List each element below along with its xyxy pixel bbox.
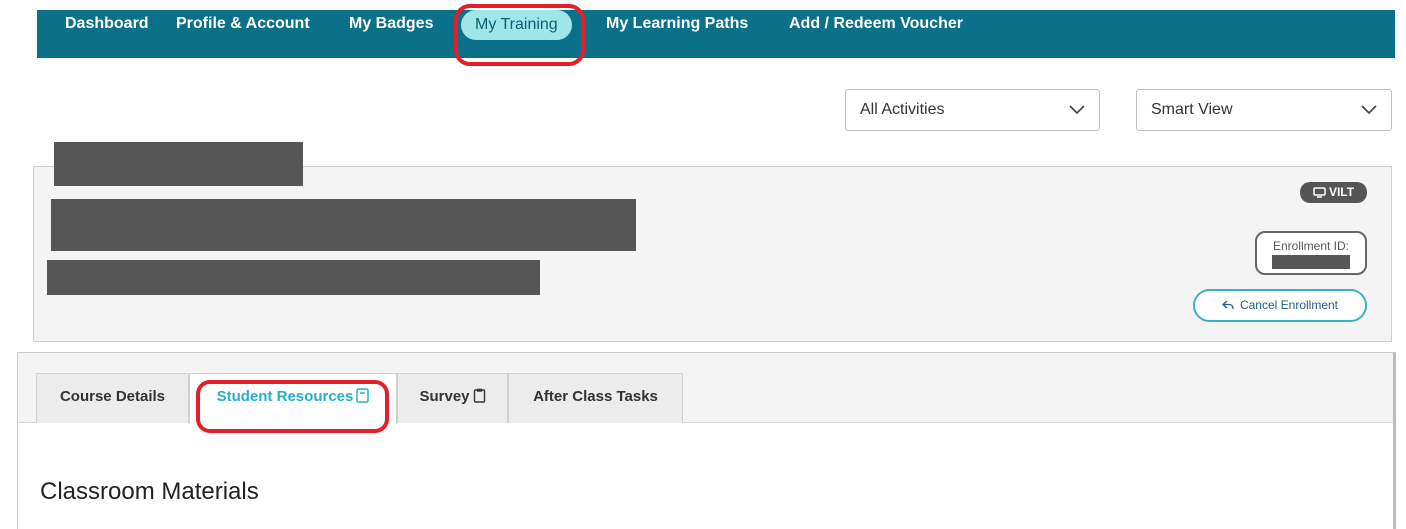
vilt-badge-label: VILT [1328,185,1355,199]
tab-survey[interactable]: Survey [397,373,508,423]
redacted-course-code [54,142,303,186]
cancel-enrollment-button[interactable]: Cancel Enrollment [1193,289,1367,322]
redacted-course-subtitle [47,260,540,295]
activities-select[interactable]: All Activities [845,89,1100,131]
nav-add-redeem-voucher[interactable]: Add / Redeem Voucher [789,0,963,48]
nav-profile-account[interactable]: Profile & Account [176,0,310,48]
vilt-badge: VILT [1300,182,1367,203]
nav-my-training[interactable]: My Training [461,10,572,40]
redacted-course-title [51,199,636,251]
enrollment-id-box: Enrollment ID: [1255,231,1367,275]
tab-after-class-tasks[interactable]: After Class Tasks [508,373,683,423]
view-select-value: Smart View [1151,101,1233,118]
section-title: Classroom Materials [40,478,259,505]
chevron-down-icon [1069,105,1085,115]
tab-label: Course Details [59,388,166,405]
tab-label: After Class Tasks [533,388,658,405]
nav-dashboard[interactable]: Dashboard [65,0,149,48]
nav-my-badges[interactable]: My Badges [349,0,433,48]
view-select[interactable]: Smart View [1136,89,1392,131]
monitor-icon [1313,187,1326,198]
tab-label: Survey [419,388,470,405]
cancel-enrollment-label: Cancel Enrollment [1239,298,1339,312]
course-card [33,166,1392,342]
tab-course-details[interactable]: Course Details [36,373,189,423]
undo-arrow-icon [1221,300,1234,310]
redacted-enrollment-id [1272,255,1350,269]
clipboard-icon [473,388,485,403]
tab-label: Student Resources [216,388,354,405]
chevron-down-icon [1361,105,1377,115]
enrollment-id-label: Enrollment ID: [1272,239,1350,253]
nav-my-learning-paths[interactable]: My Learning Paths [606,0,748,48]
activities-select-value: All Activities [860,101,945,118]
document-icon [356,388,370,403]
tab-student-resources[interactable]: Student Resources [189,373,397,424]
